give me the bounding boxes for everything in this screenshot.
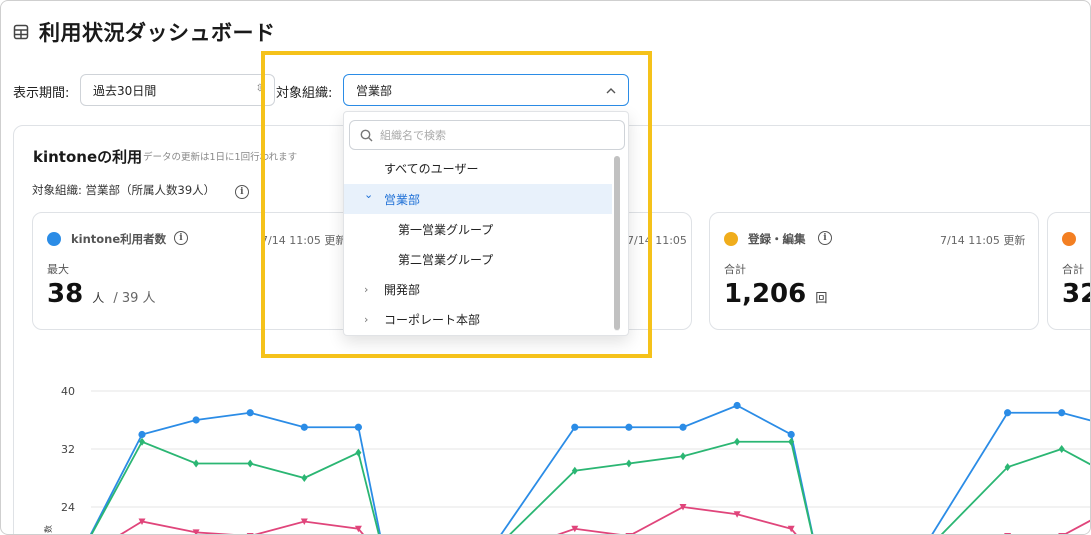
org-tree-item[interactable]: ⌄ 営業部 [344, 184, 612, 214]
org-search-input[interactable]: 組織名で検索 [349, 120, 625, 150]
data-point[interactable] [193, 459, 200, 468]
data-point[interactable] [192, 416, 200, 424]
org-dropdown-menu: 組織名で検索 すべてのユーザー ⌄ 営業部 第一営業グループ 第二営業グループ › 開発部 ›… [343, 111, 629, 336]
data-point[interactable] [138, 430, 146, 439]
series-line [119, 520, 364, 534]
y-axis-label: 数 [43, 525, 53, 533]
data-point[interactable] [625, 423, 633, 431]
org-tree-item-label: 第二営業グループ [398, 252, 494, 267]
data-point[interactable] [355, 448, 362, 457]
data-point[interactable] [247, 459, 254, 468]
org-tree-item-label: コーポレート本部 [384, 312, 481, 327]
dropdown-scrollbar[interactable] [614, 156, 620, 331]
data-point[interactable] [680, 452, 686, 461]
chevron-down-icon[interactable]: ⌄ [364, 188, 373, 201]
org-tree-item-label: 開発部 [384, 282, 421, 297]
chevron-right-icon[interactable]: › [364, 313, 368, 326]
app-window: 利用状況ダッシュボード 表示期間: 過去30日間 ⇳ 対象組織: 営業部 kin… [0, 0, 1091, 535]
data-point[interactable] [679, 423, 687, 431]
data-point[interactable] [625, 459, 632, 468]
data-point[interactable] [301, 474, 308, 482]
data-point[interactable] [354, 423, 362, 431]
org-tree-item[interactable]: 第一営業グループ [344, 214, 612, 244]
data-point[interactable] [571, 423, 579, 431]
series-line [500, 404, 814, 534]
data-point[interactable] [1004, 409, 1012, 417]
search-icon [360, 129, 373, 142]
org-tree-item[interactable]: 第二営業グループ [344, 244, 612, 274]
data-point[interactable] [734, 437, 741, 446]
data-point[interactable] [733, 401, 741, 410]
y-tick-label: 24 [61, 501, 75, 514]
org-tree-item[interactable]: › 開発部 [344, 274, 612, 304]
y-tick-label: 32 [61, 443, 75, 456]
data-point[interactable] [1058, 445, 1065, 453]
org-tree-item[interactable]: › コーポレート本部 [344, 304, 612, 334]
chevron-right-icon[interactable]: › [364, 283, 368, 296]
scrollbar-thumb[interactable] [614, 156, 620, 330]
y-tick-label: 40 [61, 385, 75, 398]
series-line [89, 411, 381, 534]
series-line [940, 448, 1090, 534]
data-point[interactable] [246, 409, 254, 417]
series-line [90, 440, 380, 534]
data-point[interactable] [787, 430, 795, 439]
org-tree-item-label: 営業部 [384, 192, 421, 207]
data-point[interactable] [300, 423, 308, 431]
search-placeholder: 組織名で検索 [380, 129, 446, 142]
org-tree-item-label: すべてのユーザー [384, 161, 479, 176]
series-line [931, 411, 1090, 534]
org-tree-item[interactable]: すべてのユーザー [344, 153, 612, 183]
org-tree-item-label: 第一営業グループ [398, 222, 494, 237]
series-line [1063, 519, 1090, 534]
data-point[interactable] [1058, 409, 1066, 417]
